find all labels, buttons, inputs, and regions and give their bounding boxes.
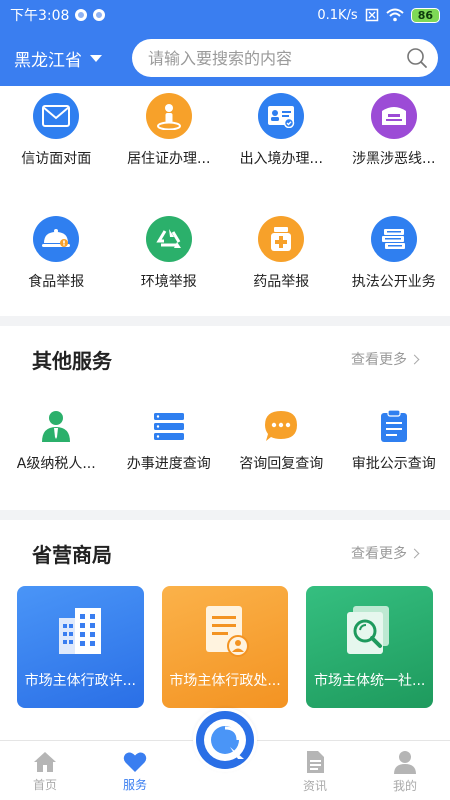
center-fab-button[interactable] [193,708,257,772]
profile-icon [394,750,416,774]
top-header: 下午3:08 0.1K/s 86 黑龙江省 [0,0,450,86]
service-label: 办事进度查询 [126,456,211,472]
notification-dot-icon [93,9,106,21]
service-label: 执法公开业务 [351,274,436,290]
books-icon [370,216,417,262]
tile-label: 市场主体行政许... [24,673,137,689]
service-grid: 信访面对面 居住证办理... 出入境办理... 涉黑涉恶线... 食品举报 环境… [0,86,450,316]
section-title: 省营商局 [32,542,112,567]
service-label: 居住证办理... [127,151,211,167]
service-label: 涉黑涉恶线... [352,151,436,167]
tab-label: 首页 [32,777,57,792]
tab-service[interactable]: 服务 [90,741,180,800]
section-title: 其他服务 [32,348,112,373]
search-header: 黑龙江省 [0,30,450,86]
service-law-enforcement[interactable]: 执法公开业务 [338,216,450,291]
service-food-report[interactable]: 食品举报 [0,216,113,291]
search-icon[interactable] [406,47,428,69]
service-anti-crime[interactable]: 涉黑涉恶线... [338,93,450,168]
tab-home[interactable]: 首页 [0,741,90,800]
service-residence-permit[interactable]: 居住证办理... [113,93,226,168]
service-a-taxpayer[interactable]: A级纳税人... [0,408,113,473]
status-time: 下午3:08 [10,8,70,24]
battery-indicator: 86 [410,7,440,23]
wifi-icon [386,8,404,22]
document-person-icon [206,606,249,657]
search-box[interactable] [132,39,438,77]
service-progress-query[interactable]: 办事进度查询 [113,408,226,473]
chevron-right-icon [409,354,420,364]
food-cloche-icon [33,216,80,262]
medicine-icon [258,216,305,262]
q-logo-icon [196,711,254,769]
status-bar: 下午3:08 0.1K/s 86 [0,0,450,30]
tab-label: 服务 [122,777,147,792]
chat-bubble-icon [263,408,299,444]
view-more-label: 查看更多 [351,352,407,368]
service-reply-query[interactable]: 咨询回复查询 [225,408,338,473]
tab-label: 资讯 [302,778,327,793]
tile-label: 市场主体行政处... [169,673,281,689]
news-icon [307,750,324,773]
region-label: 黑龙江省 [14,50,82,71]
service-approval-query[interactable]: 审批公示查询 [338,408,450,473]
view-more-link[interactable]: 查看更多 [351,543,420,563]
tab-label: 我的 [392,778,417,793]
home-icon [34,751,56,772]
progress-list-icon [151,408,187,444]
network-speed: 0.1K/s [317,7,358,23]
tile-admin-license[interactable]: 市场主体行政许... [17,586,144,708]
heart-icon [123,752,147,772]
magnify-document-icon [346,606,389,654]
envelope-icon [33,93,80,139]
service-medicine-report[interactable]: 药品举报 [225,216,338,291]
search-input[interactable] [148,48,406,68]
service-label: A级纳税人... [16,456,96,472]
view-more-link[interactable]: 查看更多 [351,349,420,369]
tab-news[interactable]: 资讯 [270,741,360,800]
service-label: 信访面对面 [21,151,92,167]
tab-profile[interactable]: 我的 [360,741,450,800]
tile-label: 市场主体统一社... [314,673,426,689]
tax-person-icon [38,408,74,444]
service-exit-entry[interactable]: 出入境办理... [225,93,338,168]
clipboard-icon [376,408,412,444]
provincial-bureau-section: 省营商局 查看更多 市场主体行政许... 市场主体行政处... 市场主体统一社.… [0,520,450,740]
service-label: 出入境办理... [239,151,323,167]
buildings-icon [59,608,102,654]
id-card-icon [258,93,305,139]
other-services-section: 其他服务 查看更多 A级纳税人... 办事进度查询 咨询回复查询 审批公示查询 [0,326,450,510]
service-petition[interactable]: 信访面对面 [0,93,113,168]
tile-unified-social-code[interactable]: 市场主体统一社... [306,586,434,708]
service-label: 审批公示查询 [351,456,436,472]
chevron-right-icon [409,548,420,558]
mailbox-icon [370,93,417,139]
service-label: 药品举报 [253,274,310,290]
service-label: 食品举报 [28,274,85,290]
tile-admin-penalty[interactable]: 市场主体行政处... [161,586,289,708]
sim-icon [365,8,378,22]
service-environment-report[interactable]: 环境举报 [113,216,226,291]
region-selector[interactable]: 黑龙江省 [14,46,132,71]
person-location-icon [145,93,192,139]
chevron-down-icon [90,54,102,62]
service-label: 环境举报 [140,274,197,290]
service-label: 咨询回复查询 [239,456,324,472]
view-more-label: 查看更多 [351,546,407,562]
recycle-icon [145,216,192,262]
notification-dot-icon [75,9,88,21]
